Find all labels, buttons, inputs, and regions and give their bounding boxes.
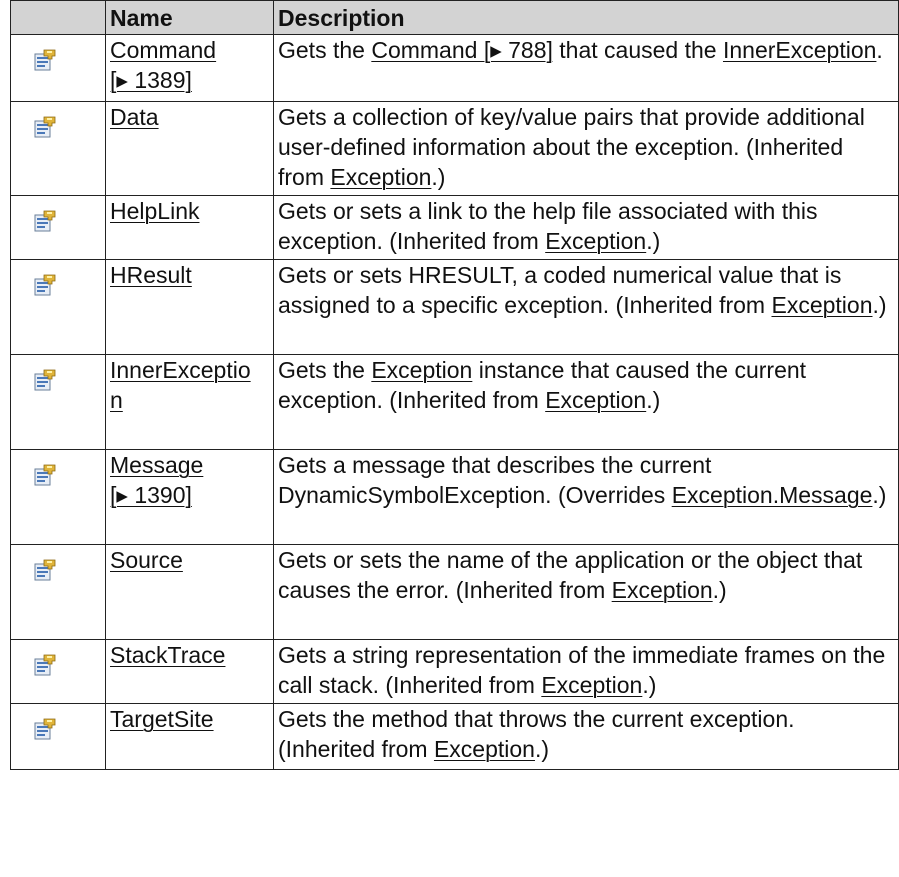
description-link[interactable]: InnerException <box>723 37 876 63</box>
member-name-link[interactable]: [▸ 1390] <box>110 482 192 508</box>
property-icon <box>33 653 56 676</box>
property-icon <box>33 558 56 581</box>
description-link[interactable]: Exception <box>541 672 642 698</box>
table-row: HelpLink Gets or sets a link to the help … <box>10 195 899 260</box>
name-cell: Source <box>105 544 274 640</box>
description-cell: Gets a message that describes the curren… <box>273 449 899 545</box>
member-name-link[interactable]: Message <box>110 452 203 478</box>
description-link[interactable]: Exception <box>545 228 646 254</box>
property-icon <box>33 273 56 296</box>
description-text: .) <box>646 387 661 413</box>
description-text: .) <box>431 164 446 190</box>
member-name-link[interactable]: Data <box>110 104 159 130</box>
member-name-link[interactable]: Command <box>110 37 216 63</box>
icon-cell <box>10 259 106 355</box>
name-cell: StackTrace <box>105 639 274 704</box>
table-body: Command [▸ 1389] Gets the Command [▸ 788] … <box>10 34 899 770</box>
description-cell: Gets or sets a link to the help file ass… <box>273 195 899 260</box>
name-cell: InnerExceptio n <box>105 354 274 450</box>
name-cell: Command [▸ 1389] <box>105 34 274 102</box>
property-icon <box>33 368 56 391</box>
description-text: that caused the <box>552 37 723 63</box>
icon-cell <box>10 544 106 640</box>
member-name-link[interactable]: HelpLink <box>110 198 200 224</box>
description-cell: Gets or sets HRESULT, a coded numerical … <box>273 259 899 355</box>
description-link[interactable]: Exception <box>612 577 713 603</box>
member-name-link[interactable]: [▸ 1389] <box>110 67 192 93</box>
description-column-header: Description <box>273 0 899 35</box>
icon-cell <box>10 34 106 102</box>
name-column-header: Name <box>105 0 274 35</box>
member-name-link[interactable]: TargetSite <box>110 706 214 732</box>
property-icon <box>33 209 56 232</box>
description-cell: Gets or sets the name of the application… <box>273 544 899 640</box>
description-text: Gets the <box>278 37 372 63</box>
table-row: Source Gets or sets the name of the appli… <box>10 544 899 640</box>
description-cell: Gets a collection of key/value pairs tha… <box>273 101 899 196</box>
description-text: . <box>876 37 883 63</box>
description-text: Gets a message that describes the curren… <box>278 452 712 508</box>
description-text: .) <box>642 672 657 698</box>
icon-column-header <box>10 0 106 35</box>
property-icon <box>33 115 56 138</box>
description-text: .) <box>712 577 727 603</box>
description-text: .) <box>872 292 887 318</box>
properties-table: Name Description Command [▸ 1389] Gets the… <box>10 0 899 770</box>
member-name-link[interactable]: InnerExceptio <box>110 357 251 383</box>
table-row: Message [▸ 1390] Gets a message that descr… <box>10 449 899 545</box>
description-link[interactable]: Exception <box>371 357 472 383</box>
description-cell: Gets the Command [▸ 788] that caused the… <box>273 34 899 102</box>
icon-cell <box>10 101 106 196</box>
description-link[interactable]: Command [▸ 788] <box>371 37 553 63</box>
description-cell: Gets a string representation of the imme… <box>273 639 899 704</box>
description-text: .) <box>872 482 887 508</box>
description-link[interactable]: Exception <box>545 387 646 413</box>
description-link[interactable]: Exception <box>330 164 431 190</box>
description-link[interactable]: Exception.Message <box>672 482 873 508</box>
table-row: StackTrace Gets a string representation o… <box>10 639 899 704</box>
property-icon <box>33 463 56 486</box>
member-name-link[interactable]: Source <box>110 547 183 573</box>
name-cell: TargetSite <box>105 703 274 770</box>
property-icon <box>33 717 56 740</box>
table-row: InnerExceptio n Gets the Exception instanc… <box>10 354 899 450</box>
table-row: TargetSite Gets the method that throws th… <box>10 703 899 770</box>
icon-cell <box>10 354 106 450</box>
member-name-link[interactable]: n <box>110 387 123 413</box>
description-cell: Gets the Exception instance that caused … <box>273 354 899 450</box>
name-cell: HResult <box>105 259 274 355</box>
description-link[interactable]: Exception <box>771 292 872 318</box>
description-text: .) <box>534 736 550 762</box>
table-header-row: Name Description <box>10 0 899 35</box>
icon-cell <box>10 195 106 260</box>
description-text: Gets or sets the name of the application… <box>278 547 863 603</box>
member-name-link[interactable]: StackTrace <box>110 642 225 668</box>
icon-cell <box>10 449 106 545</box>
table-row: Data Gets a collection of key/value pairs… <box>10 101 899 196</box>
icon-cell <box>10 639 106 704</box>
description-text: Gets the <box>278 357 372 383</box>
table-row: HResult Gets or sets HRESULT, a coded num… <box>10 259 899 355</box>
name-cell: HelpLink <box>105 195 274 260</box>
description-link[interactable]: Exception <box>434 736 535 762</box>
table-row: Command [▸ 1389] Gets the Command [▸ 788] … <box>10 34 899 102</box>
member-name-link[interactable]: HResult <box>110 262 192 288</box>
name-cell: Data <box>105 101 274 196</box>
name-cell: Message [▸ 1390] <box>105 449 274 545</box>
property-icon <box>33 48 56 71</box>
description-cell: Gets the method that throws the current … <box>273 703 899 770</box>
description-text: .) <box>646 228 661 254</box>
description-text: Gets or sets HRESULT, a coded numerical … <box>278 262 842 318</box>
icon-cell <box>10 703 106 770</box>
